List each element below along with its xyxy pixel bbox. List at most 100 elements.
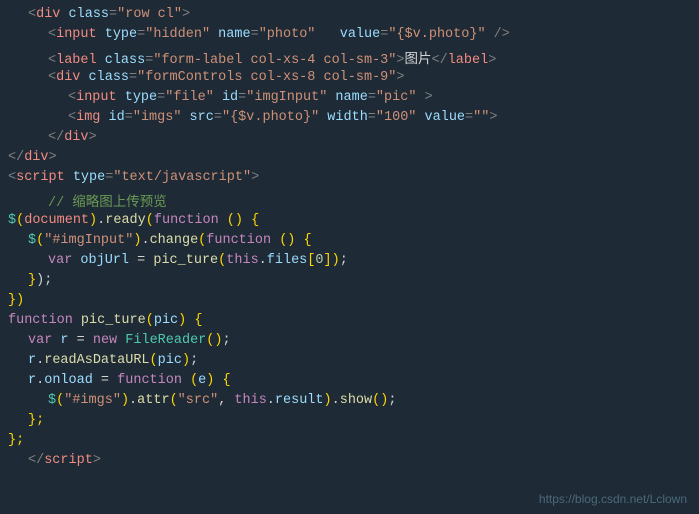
code-token: label <box>448 53 489 68</box>
code-token: "imgs" <box>133 110 182 125</box>
code-token: var <box>48 253 72 268</box>
code-token: var <box>28 333 52 348</box>
code-token: > <box>489 110 497 125</box>
code-token: width <box>319 110 368 125</box>
code-token: "imgInput" <box>246 90 327 105</box>
code-token: script <box>44 453 93 468</box>
code-token <box>52 333 60 348</box>
code-token: </ <box>432 53 448 68</box>
code-token: </ <box>28 453 44 468</box>
code-token: = <box>137 27 145 42</box>
code-line: <script type="text/javascript"> <box>0 169 699 189</box>
code-token: = <box>125 110 133 125</box>
code-token: }; <box>8 433 24 448</box>
code-token: ) <box>133 233 141 248</box>
code-token: function <box>8 313 73 328</box>
code-token: ; <box>388 393 396 408</box>
code-token: . <box>129 393 137 408</box>
code-token: ; <box>222 333 230 348</box>
code-token: { <box>251 213 259 228</box>
code-container: <div class="row cl"><input type="hidden"… <box>0 0 699 514</box>
code-token: "form-label col-xs-4 col-sm-3" <box>153 53 396 68</box>
code-line: }; <box>0 412 699 432</box>
code-token: pic_ture <box>153 253 218 268</box>
code-token: $ <box>8 213 16 228</box>
code-line: </div> <box>0 149 699 169</box>
code-token: . <box>259 253 267 268</box>
code-token: . <box>267 393 275 408</box>
code-token <box>219 213 227 228</box>
code-token: . <box>332 393 340 408</box>
code-token: > <box>396 53 404 68</box>
code-line: <input type="hidden" name="photo" value=… <box>0 26 699 46</box>
code-line: // 缩略图上传预览 <box>0 189 699 212</box>
code-token <box>486 27 494 42</box>
code-token: $ <box>28 233 36 248</box>
code-token: ) <box>89 213 97 228</box>
code-line: var r = new FileReader(); <box>0 332 699 352</box>
code-token: = <box>93 373 117 388</box>
code-token: < <box>28 7 36 22</box>
code-token: ( <box>190 373 198 388</box>
code-token: pic <box>158 353 182 368</box>
code-token: = <box>238 90 246 105</box>
code-token: class <box>97 53 146 68</box>
code-line: r.readAsDataURL(pic); <box>0 352 699 372</box>
code-token: > <box>49 150 57 165</box>
code-token: ) <box>182 353 190 368</box>
code-token: div <box>36 7 60 22</box>
code-token <box>72 253 80 268</box>
code-token: ( <box>16 213 24 228</box>
code-token: < <box>68 110 76 125</box>
code-token: /> <box>494 27 510 42</box>
code-token: name <box>210 27 251 42</box>
code-line: </script> <box>0 452 699 472</box>
code-token: ( <box>146 213 154 228</box>
code-line: }); <box>0 272 699 292</box>
code-token <box>271 233 279 248</box>
code-token: . <box>141 233 149 248</box>
code-token: ) <box>324 393 332 408</box>
code-token: { <box>304 233 312 248</box>
code-token: = <box>465 110 473 125</box>
code-token: function <box>154 213 219 228</box>
code-line: }; <box>0 432 699 452</box>
code-token: r <box>28 353 36 368</box>
code-token: < <box>8 170 16 185</box>
code-line: function pic_ture(pic) { <box>0 312 699 332</box>
code-line: <label class="form-label col-xs-4 col-sm… <box>0 46 699 69</box>
code-token: = <box>129 253 153 268</box>
code-token: document <box>24 213 89 228</box>
code-token: > <box>425 90 433 105</box>
code-token: div <box>64 130 88 145</box>
code-token: </ <box>48 130 64 145</box>
code-token: e <box>198 373 206 388</box>
code-token <box>315 27 339 42</box>
code-line: </div> <box>0 129 699 149</box>
code-token: "row cl" <box>117 7 182 22</box>
code-token: "text/javascript" <box>113 170 251 185</box>
code-token: = <box>129 70 137 85</box>
code-token: . <box>36 353 44 368</box>
code-token: > <box>182 7 190 22</box>
code-line: <img id="imgs" src="{$v.photo}" width="1… <box>0 109 699 129</box>
code-token: > <box>488 53 496 68</box>
code-token <box>73 313 81 328</box>
code-token: new <box>93 333 117 348</box>
code-token: value <box>340 27 381 42</box>
code-token: img <box>76 110 100 125</box>
code-token: class <box>60 7 109 22</box>
code-token: "{$v.photo}" <box>388 27 485 42</box>
code-token: = <box>368 90 376 105</box>
code-token: div <box>24 150 48 165</box>
code-token: type <box>97 27 138 42</box>
code-token: () <box>372 393 388 408</box>
code-token: show <box>340 393 372 408</box>
code-token: = <box>69 333 93 348</box>
code-line: }) <box>0 292 699 312</box>
code-token: pic <box>154 313 178 328</box>
code-token: ; <box>190 353 198 368</box>
code-token: ; <box>340 253 348 268</box>
code-token: this <box>234 393 266 408</box>
code-token: r <box>28 373 36 388</box>
